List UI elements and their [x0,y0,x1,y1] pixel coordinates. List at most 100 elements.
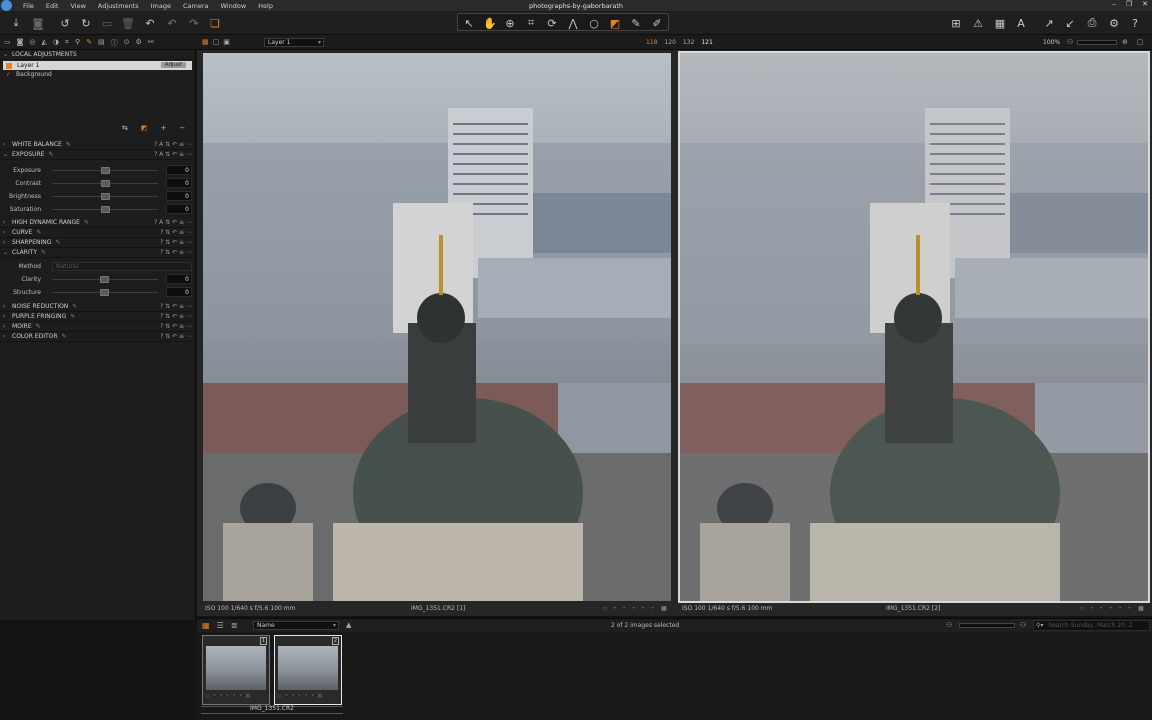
section-actions[interactable]: ? ⇅ ↶ ≡ ⋯ [160,313,192,320]
move-icon[interactable]: ▭ [99,15,115,31]
slider-knob[interactable] [101,206,110,213]
metadata-tab-icon[interactable]: ⓘ [111,38,118,48]
section-white-balance[interactable]: › WHITE BALANCE ✎ ? A ⇅ ↶ ≡ ⋯ [0,140,196,150]
grid-view-icon[interactable]: ▦ [202,38,209,46]
trash-icon[interactable]: 🗑 [120,15,136,31]
section-actions[interactable]: ? ⇅ ↶ ≡ ⋯ [160,333,192,340]
menu-file[interactable]: File [23,2,34,10]
text-icon[interactable]: A [1013,15,1029,31]
details-tab-icon[interactable]: ⚲ [75,38,80,48]
section-high-dynamic-range[interactable]: › HIGH DYNAMIC RANGE ✎ ? A ⇅ ↶ ≡ ⋯ [0,218,196,228]
single-view-icon[interactable]: ▢ [213,38,220,46]
local-adjustments-header[interactable]: ⌄ LOCAL ADJUSTMENTS [0,50,195,60]
redo-icon[interactable]: ↷ [186,15,202,31]
layer-row-1[interactable]: Layer 1 Adjust [3,61,192,70]
person-icon[interactable]: ⚇ [946,621,952,629]
layer-row-background[interactable]: ✓ Background [3,70,192,79]
person-icon[interactable]: ⚇ [1067,38,1073,46]
menu-adjustments[interactable]: Adjustments [98,2,139,10]
add-layer-icon[interactable]: + [161,124,167,132]
color-tag-icon[interactable]: ▦ [1138,605,1144,612]
layer-checkbox[interactable] [6,62,12,69]
spot-removal-icon[interactable]: ○ [586,15,602,31]
lens-tab-icon[interactable]: ◎ [29,38,35,48]
compare-view-icon[interactable]: ▣ [223,38,230,46]
menu-image[interactable]: Image [151,2,171,10]
section-actions[interactable]: ? A ⇅ ↶ ≡ ⋯ [154,141,192,148]
menu-camera[interactable]: Camera [183,2,209,10]
rotate-tool-icon[interactable]: ⟳ [544,15,560,31]
person-large-icon[interactable]: ⚇ [1020,621,1026,629]
details-view-icon[interactable]: ≣ [231,621,238,630]
section-color-editor[interactable]: › COLOR EDITOR ✎ ? ⇅ ↶ ≡ ⋯ [0,332,196,342]
thumbnail-1[interactable]: 1 ▫ • • • • • ▦ [202,635,270,705]
undo-icon[interactable]: ↶ [164,15,180,31]
menu-view[interactable]: View [70,2,85,10]
variants-icon[interactable]: ❏ [207,15,223,31]
section-actions[interactable]: ? ⇅ ↶ ≡ ⋯ [160,239,192,246]
keystone-icon[interactable]: ⋀ [565,15,581,31]
slider-value[interactable]: 0 [166,204,192,214]
pan-icon[interactable]: ✋ [482,15,498,31]
capture-tab-icon[interactable]: ◙ [17,38,24,48]
method-select[interactable]: Natural [52,262,192,271]
list-view-icon[interactable]: ☰ [217,621,224,630]
settings-icon[interactable]: ⚙ [1106,15,1122,31]
close-icon[interactable]: ✕ [1142,0,1148,8]
grid-icon[interactable]: ⊞ [948,15,964,31]
select-cursor-icon[interactable]: ↖ [461,15,477,31]
annotation-icon[interactable]: ✐ [649,15,665,31]
section-actions[interactable]: ? ⇅ ↶ ≡ ⋯ [160,303,192,310]
fit-icon[interactable]: ▢ [1137,38,1144,46]
print-icon[interactable]: ⎙ [1084,15,1100,31]
menu-help[interactable]: Help [258,2,273,10]
zoom-in-icon[interactable]: ⊕ [1122,38,1128,46]
slider-knob[interactable] [101,180,110,187]
slider-knob[interactable] [101,193,110,200]
reset-icon[interactable]: ↶ [142,15,158,31]
remove-layer-icon[interactable]: − [179,124,185,132]
slider-value[interactable]: 0 [166,165,192,175]
sort-direction-icon[interactable]: ▲ [346,621,351,629]
slider-value[interactable]: 0 [166,191,192,201]
thumbnail-size-slider[interactable] [959,623,1015,628]
minimize-icon[interactable]: – [1112,0,1116,8]
output-tab-icon[interactable]: ⊙ [124,38,130,48]
color-tab-icon[interactable]: ◭ [42,38,47,48]
picker-icon[interactable]: ✎ [628,15,644,31]
section-actions[interactable]: ? A ⇅ ↶ ≡ ⋯ [154,219,192,226]
copy-adjustments-icon[interactable]: ↙ [1062,15,1078,31]
import-icon[interactable]: ⤓ [8,15,24,31]
thumbnail-rating[interactable]: ▫ • • • • • ▦ [206,693,251,699]
styles-tab-icon[interactable]: ⚯ [148,38,154,48]
section-exposure[interactable]: ⌄ EXPOSURE ✎ ? A ⇅ ↶ ≡ ⋯ [0,150,196,160]
slider-value[interactable]: 0 [166,274,192,284]
brush-icon[interactable]: ◩ [141,124,148,132]
focus-grid-icon[interactable]: ▦ [992,15,1008,31]
zoom-icon[interactable]: ⊕ [502,15,518,31]
section-actions[interactable]: ? ⇅ ↶ ≡ ⋯ [160,249,192,256]
section-moire[interactable]: › MOIRE ✎ ? ⇅ ↶ ≡ ⋯ [0,322,196,332]
thumbnail-2[interactable]: 2 ▫ • • • • • ▦ [274,635,342,705]
layer-select[interactable]: Layer 1 ▾ [264,38,324,47]
section-purple-fringing[interactable]: › PURPLE FRINGING ✎ ? ⇅ ↶ ≡ ⋯ [0,312,196,322]
warning-icon[interactable]: ⚠ [970,15,986,31]
slider-value[interactable]: 0 [166,178,192,188]
export-icon[interactable]: ↗ [1041,15,1057,31]
slider-knob[interactable] [100,276,109,283]
rotate-left-icon[interactable]: ↺ [57,15,73,31]
menu-edit[interactable]: Edit [46,2,59,10]
star-rating[interactable]: ▫ • • • • • [1080,605,1133,612]
menu-window[interactable]: Window [221,2,247,10]
slider-knob[interactable] [101,167,110,174]
section-clarity[interactable]: ⌄ CLARITY ✎ ? ⇅ ↶ ≡ ⋯ [0,248,196,258]
thumbnail-view-icon[interactable]: ▦ [202,621,210,630]
section-actions[interactable]: ? ⇅ ↶ ≡ ⋯ [160,323,192,330]
thumbnail-rating[interactable]: ▫ • • • • • ▦ [278,693,323,699]
sort-select[interactable]: Name ▾ [253,621,339,630]
slider-value[interactable]: 0 [166,287,192,297]
section-noise-reduction[interactable]: › NOISE REDUCTION ✎ ? ⇅ ↶ ≡ ⋯ [0,302,196,312]
adjustments-tab-icon[interactable]: ▤ [98,38,105,48]
camera-icon[interactable]: ◙ [30,15,46,31]
crop-icon[interactable]: ⌗ [523,15,539,31]
